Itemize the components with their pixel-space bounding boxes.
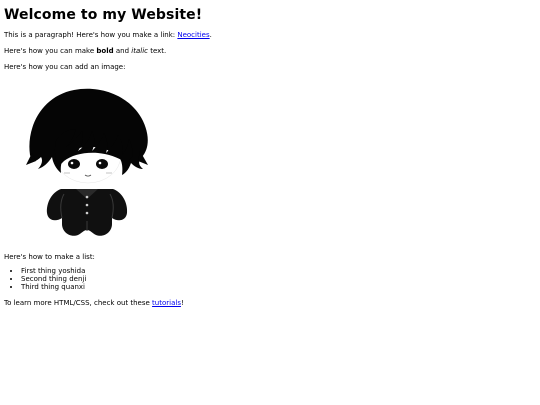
tutorials-link[interactable]: tutorials [152, 299, 181, 307]
list-item: First thing yoshida [21, 267, 536, 275]
things-list: First thing yoshida Second thing denji T… [4, 267, 536, 291]
page-body: Welcome to my Website! This is a paragra… [0, 0, 540, 405]
paragraph-learn-after: ! [180, 299, 184, 308]
paragraph-format-example: Here's how you can make bold and italic … [4, 47, 536, 55]
paragraph-image-intro: Here's how you can add an image: [4, 63, 126, 72]
paragraph-learn-before: To learn more HTML/CSS, check out these [4, 299, 153, 308]
list-item: Third thing quanxi [21, 283, 536, 291]
paragraph-list-intro: Here's how to make a list: [4, 253, 95, 262]
paragraph-learn-more: To learn more HTML/CSS, check out these … [4, 299, 536, 307]
bold-text: bold [96, 47, 114, 56]
list-item: Second thing denji [21, 275, 536, 283]
paragraph-link-example: This is a paragraph! Here's how you make… [4, 31, 536, 39]
paragraph-link-before: This is a paragraph! Here's how you make… [4, 31, 178, 39]
neocities-link[interactable]: Neocities [177, 31, 209, 39]
chibi-character-illustration [26, 88, 148, 236]
paragraph-format-before: Here's how you can make [4, 47, 97, 56]
paragraph-format-after: text. [147, 47, 167, 56]
paragraph-link-after: . [209, 31, 212, 39]
page-title: Welcome to my Website! [4, 7, 203, 23]
character-image [22, 81, 159, 239]
paragraph-format-middle: and [113, 47, 132, 56]
italic-text: italic [131, 47, 148, 56]
